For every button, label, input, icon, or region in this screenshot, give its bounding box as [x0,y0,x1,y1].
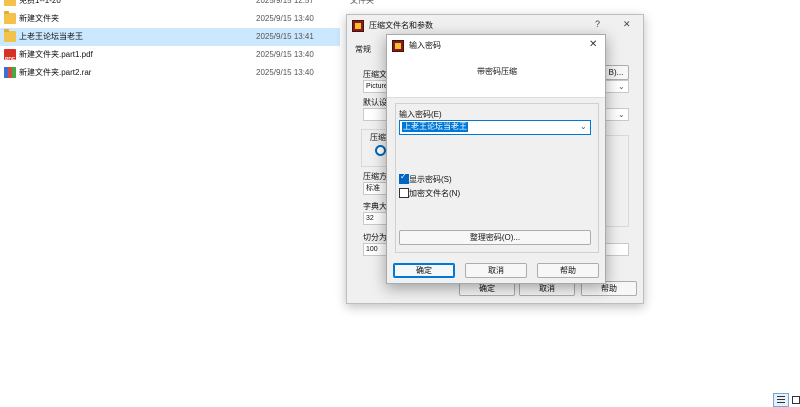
dialog-title: 输入密码 [409,41,441,50]
file-name: 新建文件夹.part2.rar [19,68,92,77]
details-view-icon[interactable] [773,393,789,407]
list-item[interactable]: PDF 新建文件夹.part1.pdf 2025/9/15 13:40 [0,46,340,64]
file-date: 2025/9/15 13:41 [256,32,314,41]
encrypt-names-label: 加密文件名(N) [409,189,461,198]
dialog-header: 带密码压缩 [387,57,605,98]
archive-name-dropdown[interactable]: ⌄ [603,80,629,93]
chevron-down-icon: ⌄ [618,82,625,91]
file-date: 2025/9/15 13:40 [256,50,314,59]
organize-passwords-button[interactable]: 整理密码(O)... [399,230,591,245]
default-profile-label: 默认设 [363,98,387,107]
list-item[interactable]: 新建文件夹 2025/9/15 13:40 [0,10,340,28]
cancel-button[interactable]: 取消 [465,263,527,278]
rar-icon [4,67,16,78]
file-date: 2025/9/15 13:40 [256,14,314,23]
split-label: 切分为 [363,233,387,242]
password-label: 输入密码(E) [399,110,442,119]
folder-icon [4,29,16,42]
list-item[interactable]: 新建文件夹.part2.rar 2025/9/15 13:40 [0,64,340,82]
list-item[interactable]: 免费1--1-20 2025/9/15 12:57 文件夹 [0,0,374,10]
tab-general[interactable]: 常规 [355,44,371,55]
password-input[interactable]: 上老王论坛当老王 ⌄ [399,120,591,135]
chevron-down-icon: ⌄ [618,110,625,119]
file-date: 2025/9/15 12:57 [256,0,314,5]
file-name: 上老王论坛当老王 [19,32,83,41]
dialog-title: 压缩文件名和参数 [369,21,433,30]
chevron-down-icon[interactable]: ⌄ [580,122,587,131]
file-name: 免费1--1-20 [19,0,61,5]
browse-button[interactable]: B)... [603,65,629,80]
file-name: 新建文件夹.part1.pdf [19,50,93,59]
help-button[interactable]: 帮助 [537,263,599,278]
winrar-icon [392,40,404,52]
profile-dropdown[interactable]: ⌄ [603,108,629,121]
file-type: 文件夹 [350,0,374,5]
file-name: 新建文件夹 [19,14,59,23]
pdf-icon: PDF [4,49,16,63]
method-label: 压缩方 [363,172,387,181]
close-icon[interactable]: ✕ [623,19,631,30]
dialog-heading: 带密码压缩 [477,67,517,76]
tiles-view-icon[interactable] [791,393,800,405]
list-item[interactable]: 上老王论坛当老王 2025/9/15 13:41 [0,28,340,46]
folder-icon [4,11,16,24]
folder-icon [4,0,16,6]
show-password-checkbox[interactable] [399,172,409,184]
dialog-titlebar: 输入密码 ✕ [387,35,605,57]
split-unit-field[interactable] [603,243,629,256]
show-password-label: 显示密码(S) [409,175,452,184]
close-icon[interactable]: ✕ [589,39,597,50]
password-value: 上老王论坛当老王 [402,122,468,132]
encrypt-names-checkbox[interactable] [399,188,409,198]
archive-name-label: 压缩文 [363,70,387,79]
format-radio[interactable] [375,145,386,156]
help-icon[interactable]: ? [595,19,600,29]
file-date: 2025/9/15 13:40 [256,68,314,77]
password-dialog: 输入密码 ✕ 带密码压缩 输入密码(E) 上老王论坛当老王 ⌄ 显示密码(S) … [386,34,606,284]
winrar-icon [352,20,364,32]
dict-size-label: 字典大 [363,202,387,211]
ok-button[interactable]: 确定 [393,263,455,278]
